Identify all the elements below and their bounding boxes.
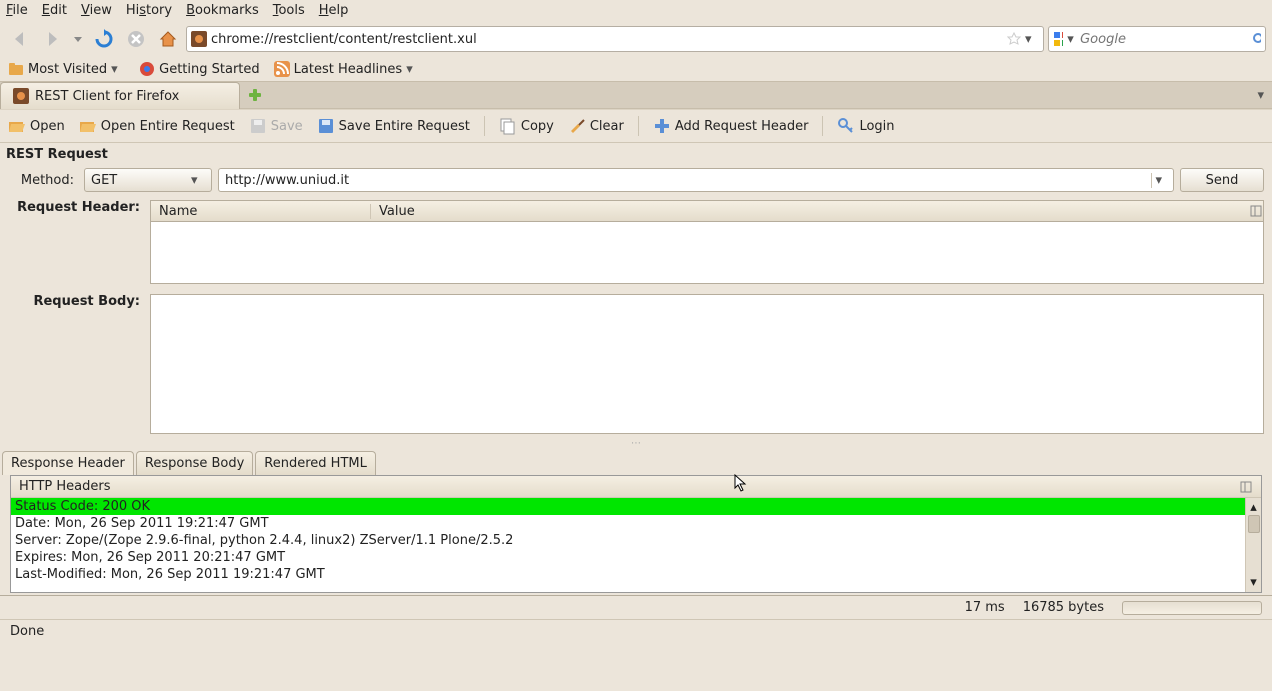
column-picker-icon[interactable] <box>1249 204 1263 218</box>
broom-icon <box>568 117 586 135</box>
header-row[interactable]: Status Code: 200 OK <box>11 498 1245 515</box>
copy-icon <box>499 117 517 135</box>
header-row[interactable]: Date: Mon, 26 Sep 2011 19:21:47 GMT <box>11 515 1245 532</box>
th-value[interactable]: Value <box>371 204 1249 219</box>
scroll-down-icon[interactable]: ▾ <box>1250 575 1257 590</box>
search-icon[interactable] <box>1252 32 1261 46</box>
chevron-down-icon: ▾ <box>191 173 205 188</box>
method-select[interactable]: GET ▾ <box>84 168 212 192</box>
save-icon <box>317 117 335 135</box>
rest-request-title: REST Request <box>0 143 1272 166</box>
request-url-input[interactable] <box>219 173 1151 188</box>
stop-button[interactable] <box>122 25 150 53</box>
save-entire-request-button[interactable]: Save Entire Request <box>317 117 470 135</box>
back-button[interactable] <box>6 25 34 53</box>
new-tab-button[interactable] <box>240 88 270 102</box>
rss-icon <box>274 61 290 77</box>
tab-list-dropdown[interactable]: ▾ <box>1249 88 1272 103</box>
reload-button[interactable] <box>90 25 118 53</box>
site-icon <box>191 31 207 47</box>
app-statusbar: 17 ms 16785 bytes <box>0 595 1272 619</box>
header-row[interactable]: Server: Zope/(Zope 2.9.6-final, python 2… <box>11 532 1245 549</box>
bookmarks-toolbar: Most Visited ▾ Getting Started Latest He… <box>0 57 1272 81</box>
navigation-toolbar: ▾ ▾ <box>0 21 1272 57</box>
search-engine-dropdown-icon[interactable]: ▾ <box>1067 32 1076 47</box>
forward-button[interactable] <box>38 25 66 53</box>
response-headers-list[interactable]: Status Code: 200 OK Date: Mon, 26 Sep 20… <box>11 498 1245 592</box>
add-request-header-button[interactable]: Add Request Header <box>653 117 809 135</box>
request-body-textarea[interactable] <box>150 294 1264 434</box>
most-visited-button[interactable]: Most Visited ▾ <box>8 61 125 77</box>
header-row[interactable]: Last-Modified: Mon, 26 Sep 2011 19:21:47… <box>11 566 1245 583</box>
scroll-thumb[interactable] <box>1248 515 1260 533</box>
menu-history[interactable]: History <box>126 3 172 18</box>
menu-bookmarks[interactable]: Bookmarks <box>186 3 259 18</box>
open-button[interactable]: Open <box>8 117 65 135</box>
folder-open-icon <box>79 117 97 135</box>
progress-bar <box>1122 601 1262 615</box>
getting-started-button[interactable]: Getting Started <box>139 61 260 77</box>
menubar: File Edit View History Bookmarks Tools H… <box>0 0 1272 21</box>
method-value: GET <box>91 173 117 188</box>
th-name[interactable]: Name <box>151 204 371 219</box>
request-header-label: Request Header: <box>8 200 144 215</box>
request-url-field[interactable]: ▾ <box>218 168 1174 192</box>
url-bar[interactable]: ▾ <box>186 26 1044 52</box>
folder-icon <box>8 61 24 77</box>
clear-button[interactable]: Clear <box>568 117 624 135</box>
latest-headlines-button[interactable]: Latest Headlines ▾ <box>274 61 421 77</box>
google-icon <box>1053 31 1063 47</box>
header-row[interactable]: Expires: Mon, 26 Sep 2011 20:21:47 GMT <box>11 549 1245 566</box>
folder-open-icon <box>8 117 26 135</box>
scrollbar[interactable]: ▴ ▾ <box>1245 498 1261 592</box>
app-toolbar: Open Open Entire Request Save Save Entir… <box>0 109 1272 143</box>
save-button: Save <box>249 117 303 135</box>
scroll-up-icon[interactable]: ▴ <box>1250 500 1257 515</box>
header-table-body[interactable] <box>150 222 1264 284</box>
url-history-dropdown[interactable]: ▾ <box>1151 173 1173 188</box>
save-icon <box>249 117 267 135</box>
plus-icon <box>248 88 262 102</box>
login-button[interactable]: Login <box>837 117 894 135</box>
menu-view[interactable]: View <box>81 3 112 18</box>
search-bar[interactable]: ▾ <box>1048 26 1266 52</box>
send-button[interactable]: Send <box>1180 168 1264 192</box>
http-headers-column[interactable]: HTTP Headers <box>19 479 111 494</box>
tab-response-body[interactable]: Response Body <box>136 451 253 475</box>
plus-icon <box>653 117 671 135</box>
tab-icon <box>13 88 29 104</box>
status-text: Done <box>10 624 44 639</box>
method-label: Method: <box>8 173 78 188</box>
tab-title: REST Client for Firefox <box>35 89 179 104</box>
search-input[interactable] <box>1080 32 1248 47</box>
response-tabs: Response Header Response Body Rendered H… <box>0 451 1272 475</box>
splitter[interactable]: ⋯ <box>0 436 1272 451</box>
open-entire-request-button[interactable]: Open Entire Request <box>79 117 235 135</box>
header-table-head: Name Value <box>150 200 1264 222</box>
menu-file[interactable]: File <box>6 3 28 18</box>
url-input[interactable] <box>211 32 1003 47</box>
copy-button[interactable]: Copy <box>499 117 554 135</box>
response-panel: HTTP Headers Status Code: 200 OK Date: M… <box>10 475 1262 593</box>
tab-strip: REST Client for Firefox ▾ <box>0 81 1272 109</box>
browser-tab[interactable]: REST Client for Firefox <box>0 82 240 109</box>
menu-edit[interactable]: Edit <box>42 3 67 18</box>
key-icon <box>837 117 855 135</box>
status-bytes: 16785 bytes <box>1023 600 1104 615</box>
url-dropdown-icon[interactable]: ▾ <box>1025 32 1039 47</box>
firefox-icon <box>139 61 155 77</box>
status-time: 17 ms <box>965 600 1005 615</box>
browser-statusbar: Done <box>0 619 1272 643</box>
column-picker-icon[interactable] <box>1239 480 1253 494</box>
menu-tools[interactable]: Tools <box>273 3 305 18</box>
request-body-label: Request Body: <box>8 294 144 309</box>
menu-help[interactable]: Help <box>319 3 349 18</box>
tab-response-header[interactable]: Response Header <box>2 451 134 475</box>
history-dropdown[interactable] <box>70 25 86 53</box>
bookmark-star-icon[interactable] <box>1007 32 1021 46</box>
home-button[interactable] <box>154 25 182 53</box>
tab-rendered-html[interactable]: Rendered HTML <box>255 451 376 475</box>
